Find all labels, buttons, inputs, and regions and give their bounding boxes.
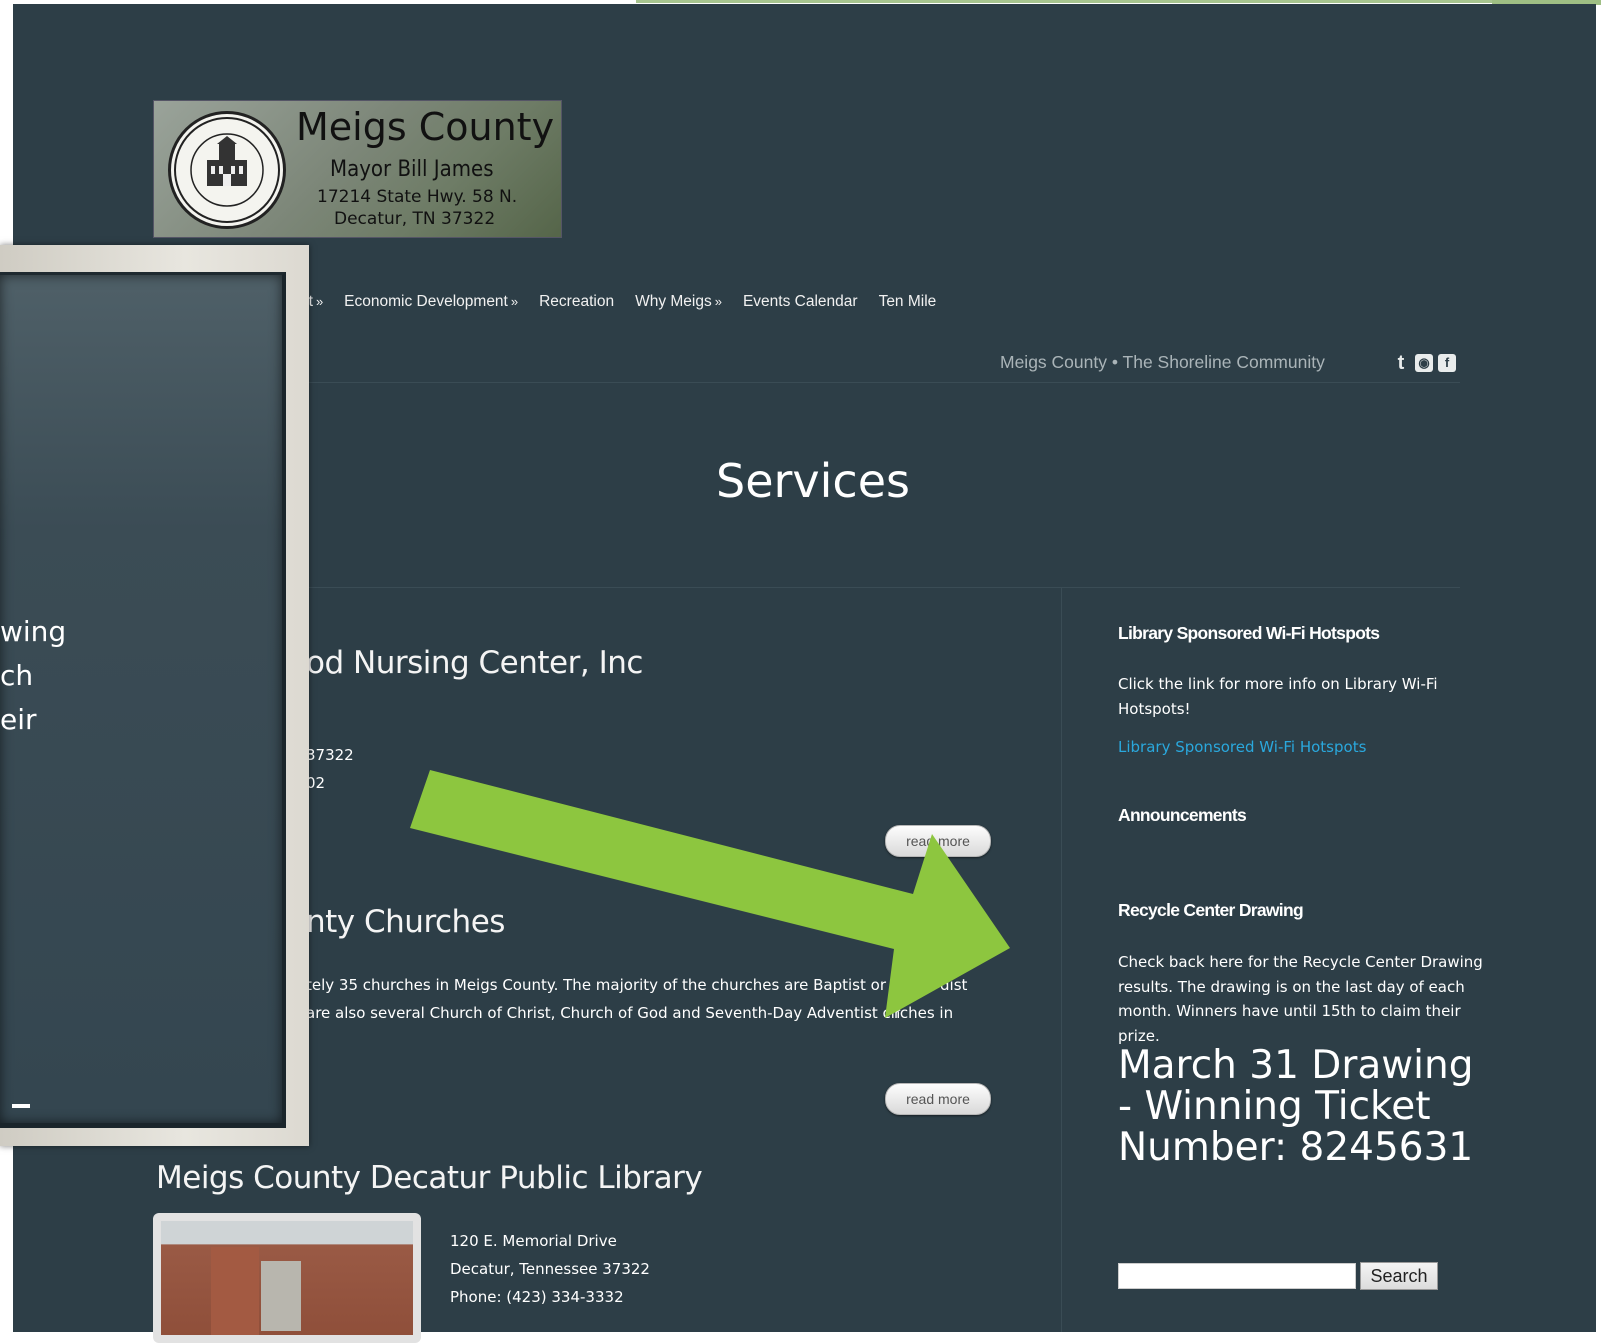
popup-text-line: wing bbox=[0, 615, 67, 648]
library-phone: Phone: (423) 334-3332 bbox=[450, 1288, 624, 1306]
header-divider bbox=[300, 382, 1460, 383]
read-more-button[interactable]: read more bbox=[885, 825, 991, 857]
library-address: 120 E. Memorial Drive bbox=[450, 1232, 617, 1250]
wifi-hotspots-link[interactable]: Library Sponsored Wi-Fi Hotspots bbox=[1118, 738, 1366, 756]
main-nav: nt» Economic Development» Recreation Why… bbox=[300, 293, 957, 315]
search-input[interactable] bbox=[1118, 1263, 1356, 1289]
post-text-line: tely 35 churches in Meigs County. The ma… bbox=[306, 976, 886, 994]
courthouse-seal-icon bbox=[168, 111, 286, 229]
twitter-icon[interactable]: t bbox=[1392, 353, 1410, 373]
sidebar-divider bbox=[1061, 587, 1062, 1332]
top-strip bbox=[636, 0, 1492, 3]
popup-text-line: eir bbox=[0, 703, 37, 736]
nav-item-economic-development[interactable]: Economic Development» bbox=[344, 293, 518, 315]
logo-mayor: Mayor Bill James bbox=[330, 157, 494, 182]
content-divider bbox=[300, 587, 1460, 588]
nav-item-why-meigs[interactable]: Why Meigs» bbox=[635, 293, 722, 315]
facebook-icon[interactable]: f bbox=[1438, 354, 1456, 372]
post-title-library[interactable]: Meigs County Decatur Public Library bbox=[156, 1160, 703, 1196]
search-button[interactable]: Search bbox=[1360, 1262, 1438, 1290]
popup-panel: wing ch eir bbox=[0, 272, 286, 1128]
sidebar-heading-wifi: Library Sponsored Wi-Fi Hotspots bbox=[1118, 623, 1380, 643]
nav-item-recreation[interactable]: Recreation bbox=[539, 293, 614, 315]
page-title: Services bbox=[716, 454, 910, 508]
post-title-churches[interactable]: nty Churches bbox=[306, 904, 505, 940]
site-tagline: Meigs County • The Shoreline Community bbox=[1000, 352, 1325, 372]
drawing-result: March 31 Drawing - Winning Ticket Number… bbox=[1118, 1043, 1474, 1170]
sidebar-heading-recycle: Recycle Center Drawing bbox=[1118, 900, 1304, 920]
logo-address-line2: Decatur, TN 37322 bbox=[334, 209, 496, 229]
library-city: Decatur, Tennessee 37322 bbox=[450, 1260, 650, 1278]
logo-title: Meigs County bbox=[296, 105, 555, 149]
rss-icon[interactable]: ◉ bbox=[1415, 354, 1433, 372]
popup-frame[interactable]: wing ch eir bbox=[0, 245, 309, 1146]
library-thumbnail[interactable] bbox=[153, 1213, 421, 1343]
nav-item-events-calendar[interactable]: Events Calendar bbox=[743, 293, 858, 315]
read-more-button[interactable]: read more bbox=[885, 1083, 991, 1115]
sidebar-recycle-text: Check back here for the Recycle Center D… bbox=[1118, 953, 1483, 1045]
sidebar-wifi-text: Click the link for more info on Library … bbox=[1118, 675, 1438, 718]
post-text-line: 37322 bbox=[306, 746, 354, 764]
post-title-nursing-center[interactable]: od Nursing Center, Inc bbox=[306, 645, 643, 681]
logo-address-line1: 17214 State Hwy. 58 N. bbox=[317, 187, 518, 207]
post-text-line: are also several Church of Christ, Churc… bbox=[306, 1004, 901, 1022]
post-text-line: rches in bbox=[894, 1004, 954, 1022]
library-photo bbox=[161, 1221, 413, 1335]
sidebar-heading-announcements: Announcements bbox=[1118, 805, 1247, 825]
post-text-line: dist bbox=[940, 976, 968, 994]
minimize-icon[interactable] bbox=[12, 1104, 30, 1108]
library-wall bbox=[211, 1247, 259, 1335]
library-sign bbox=[261, 1261, 301, 1331]
nav-item-ten-mile[interactable]: Ten Mile bbox=[879, 293, 937, 315]
social-links: t ◉ f bbox=[1392, 353, 1456, 373]
popup-text-line: ch bbox=[0, 659, 34, 692]
site-logo[interactable]: Meigs County Mayor Bill James 17214 Stat… bbox=[153, 100, 562, 238]
